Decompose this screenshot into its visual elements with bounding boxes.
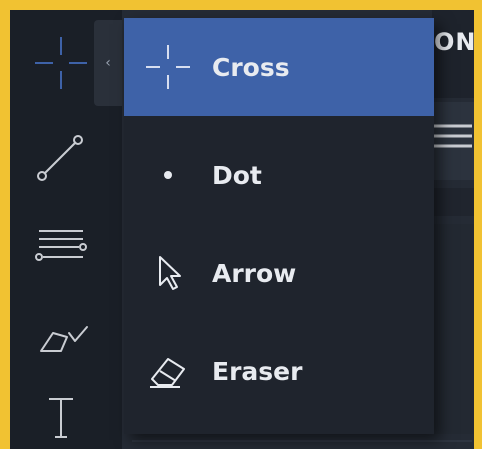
menu-item-cross[interactable]: Cross <box>124 18 434 116</box>
panel-strip <box>432 188 474 216</box>
chevron-left-icon: ‹ <box>105 55 111 71</box>
line-segment-icon <box>37 135 83 181</box>
panel-title: ONT <box>434 28 477 56</box>
menu-item-arrow[interactable]: Arrow <box>124 224 434 322</box>
divider <box>132 440 472 442</box>
pencil-tool-icon <box>40 326 88 352</box>
panel-row[interactable] <box>432 102 474 180</box>
tool-pencil[interactable] <box>16 294 106 380</box>
eraser-icon <box>150 358 185 388</box>
app-frame: ‹ ON Cross Dot Arrow Eraser <box>0 0 482 449</box>
menu-item-label: Arrow <box>212 258 297 288</box>
tool-text[interactable] <box>16 374 106 449</box>
collapse-menu-button[interactable]: ‹ <box>94 20 122 106</box>
dot-cursor-icon <box>164 171 172 179</box>
lines-icon <box>434 124 472 148</box>
crosshair-icon <box>35 37 87 89</box>
horizontal-lines-icon <box>35 230 87 261</box>
menu-item-label: Dot <box>212 160 262 190</box>
cursor-style-menu: Cross Dot Arrow Eraser <box>124 18 434 434</box>
menu-item-label: Cross <box>212 52 290 82</box>
panel-body <box>432 224 474 434</box>
tool-crosshair[interactable] <box>16 20 106 106</box>
menu-item-eraser[interactable]: Eraser <box>124 322 434 420</box>
tool-horizontal-lines[interactable] <box>16 204 106 290</box>
cross-cursor-icon <box>146 45 190 89</box>
menu-item-label: Eraser <box>212 356 303 386</box>
menu-item-dot[interactable]: Dot <box>124 126 434 224</box>
tool-line[interactable] <box>16 114 106 200</box>
arrow-cursor-icon <box>159 256 181 290</box>
left-toolbar: ‹ <box>10 10 122 449</box>
text-tool-icon <box>49 398 73 438</box>
